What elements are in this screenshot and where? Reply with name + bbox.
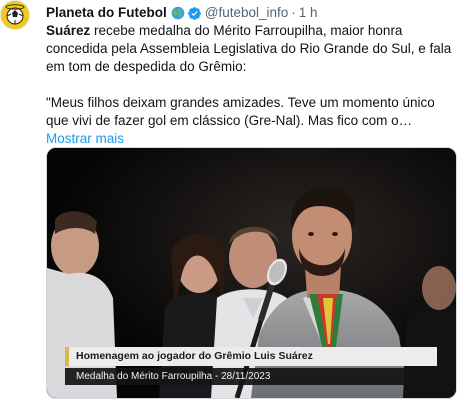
tweet-lead-paragraph: Suárez recebe medalha do Mérito Farroupi… <box>46 22 460 76</box>
author-handle[interactable]: @futebol_info <box>205 4 289 22</box>
video-caption: Homenagem ao jogador do Grêmio Luis Suár… <box>65 347 437 385</box>
author-avatar[interactable] <box>0 0 30 30</box>
globe-icon <box>171 6 185 20</box>
tweet-text: Suárez recebe medalha do Mérito Farroupi… <box>46 22 460 148</box>
verified-badge-icon[interactable] <box>187 6 202 21</box>
tweet-card[interactable]: Planeta do Futebol @futebol_info · 1 h S… <box>0 0 467 403</box>
planeta-logo-icon <box>1 1 29 29</box>
tweet-quote-paragraph: "Meus filhos deixam grandes amizades. Te… <box>46 95 435 128</box>
tweet-media-image[interactable]: Homenagem ao jogador do Grêmio Luis Suár… <box>46 147 457 399</box>
tweet-timestamp[interactable]: 1 h <box>299 4 318 22</box>
tweet-header: Planeta do Futebol @futebol_info · 1 h <box>46 4 318 22</box>
author-display-name[interactable]: Planeta do Futebol <box>46 4 167 22</box>
caption-title: Homenagem ao jogador do Grêmio Luis Suár… <box>65 347 437 366</box>
show-more-link[interactable]: Mostrar mais <box>46 130 124 148</box>
header-separator: · <box>291 5 296 20</box>
tweet-lead-rest: recebe medalha do Mérito Farroupilha, ma… <box>46 23 452 74</box>
caption-subtitle: Medalha do Mérito Farroupilha - 28/11/20… <box>65 368 437 385</box>
tweet-lead-bold: Suárez <box>46 23 91 38</box>
